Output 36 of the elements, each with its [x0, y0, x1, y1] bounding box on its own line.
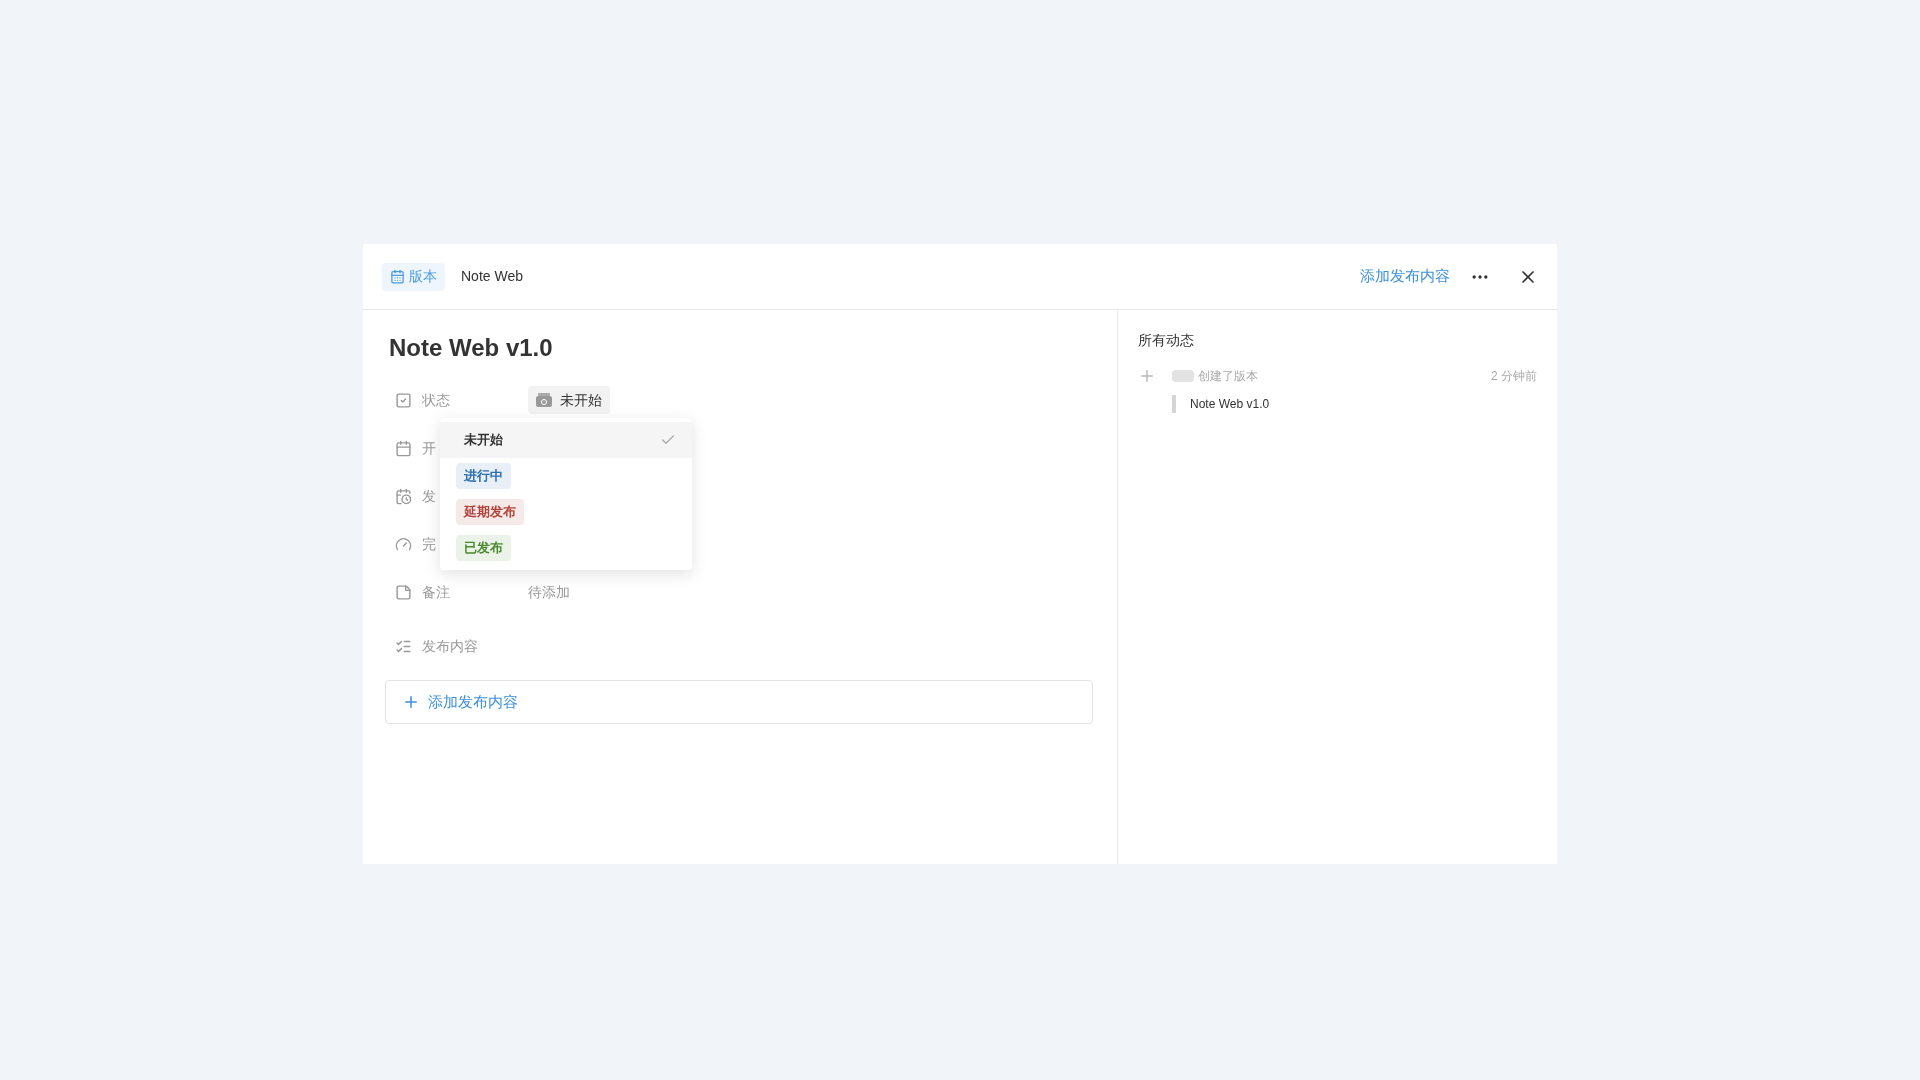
archive-box-icon [536, 393, 552, 407]
property-label: 开 [422, 440, 436, 456]
plus-icon [402, 693, 420, 711]
note-icon [395, 583, 412, 601]
property-label: 状态 [422, 392, 450, 408]
add-content-button[interactable]: 添加发布内容 [385, 680, 1093, 724]
status-option[interactable]: 延期发布 [440, 494, 692, 530]
activity-time: 2 分钟前 [1491, 368, 1537, 385]
activity-action: 创建了版本 [1198, 368, 1258, 385]
checkbox-icon [395, 391, 412, 409]
activity-detail: Note Web v1.0 [1190, 396, 1270, 413]
plus-icon [1138, 367, 1156, 385]
property-label: 完 [422, 536, 436, 552]
note-placeholder[interactable]: 待添加 [528, 581, 570, 603]
add-content-link[interactable]: 添加发布内容 [1360, 265, 1450, 288]
calendar-icon [395, 439, 412, 457]
project-name: Note Web [461, 267, 523, 286]
property-label: 发 [422, 488, 436, 504]
property-label: 备注 [422, 584, 450, 600]
status-option[interactable]: 已发布 [440, 530, 692, 566]
calendar-icon [395, 487, 412, 505]
property-label: 发布内容 [422, 638, 478, 654]
status-tag: 未开始 [456, 427, 511, 453]
activity-title: 所有动态 [1138, 331, 1195, 350]
quote-bar [1172, 395, 1176, 413]
type-tag: 版本 [382, 262, 445, 291]
page-title: Note Web v1.0 [389, 333, 554, 363]
status-option[interactable]: 未开始 [440, 422, 692, 458]
gauge-icon [395, 535, 412, 553]
status-tag: 延期发布 [456, 499, 524, 525]
status-tag: 已发布 [456, 535, 511, 561]
status-tag: 进行中 [456, 463, 511, 489]
status-option[interactable]: 进行中 [440, 458, 692, 494]
status-button[interactable]: 未开始 [528, 386, 610, 414]
redacted-name [1172, 370, 1194, 382]
calendar-icon [390, 269, 405, 284]
